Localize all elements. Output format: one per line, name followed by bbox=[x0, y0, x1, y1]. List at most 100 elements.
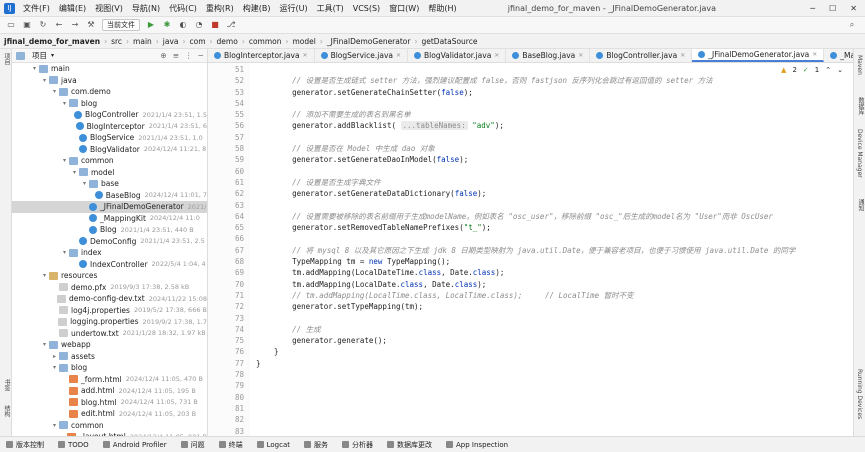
refresh-icon[interactable]: ↻ bbox=[38, 20, 48, 30]
stop-icon[interactable]: ■ bbox=[210, 20, 220, 30]
editor-tab[interactable]: _JFinalDemoGenerator.java ✕ bbox=[692, 49, 825, 62]
open-folder-icon[interactable]: ▭ bbox=[6, 20, 16, 30]
breadcrumb-item[interactable]: src bbox=[111, 37, 122, 46]
tree-node[interactable]: logging.properties 2019/9/2 17:38, 1.7 bbox=[12, 316, 207, 328]
close-icon[interactable]: ✕ bbox=[303, 52, 308, 59]
structure-tool-tab[interactable]: 结构 bbox=[2, 405, 11, 417]
run-config-select[interactable]: 当前文件 bbox=[102, 19, 140, 31]
code-line[interactable]: generator.setGenerateDataDictionary(fals… bbox=[256, 188, 853, 199]
tree-node[interactable]: ▾ index bbox=[12, 247, 207, 259]
code-line[interactable] bbox=[256, 392, 853, 403]
tree-arrow-icon[interactable]: ▾ bbox=[40, 341, 49, 348]
code-line[interactable]: } bbox=[256, 346, 853, 357]
options-icon[interactable]: ⋮ bbox=[185, 51, 193, 60]
tree-node[interactable]: add.html 2024/12/4 11:05, 195 B bbox=[12, 385, 207, 397]
chevron-up-icon[interactable]: ⌃ bbox=[825, 66, 831, 74]
menu-item[interactable]: 重构(R) bbox=[206, 3, 234, 14]
status-tool-tab[interactable]: Android Profiler bbox=[102, 441, 167, 449]
chevron-down-icon[interactable]: ▾ bbox=[51, 52, 54, 59]
code-line[interactable]: tm.addMapping(LocalDateTime.class, Date.… bbox=[256, 267, 853, 278]
device-manager-tool-tab[interactable]: Device Manager bbox=[856, 129, 863, 178]
code-line[interactable] bbox=[256, 64, 853, 75]
search-icon[interactable]: ⌕ bbox=[847, 20, 857, 30]
tree-arrow-icon[interactable]: ▾ bbox=[70, 169, 79, 176]
breadcrumb-item[interactable]: com bbox=[190, 37, 206, 46]
close-icon[interactable]: ✕ bbox=[494, 52, 499, 59]
locate-icon[interactable]: ⊕ bbox=[160, 51, 166, 60]
tree-node[interactable]: _form.html 2024/12/4 11:05, 470 B bbox=[12, 374, 207, 386]
menu-item[interactable]: 文件(F) bbox=[23, 3, 50, 14]
code-line[interactable]: // 设置是否生成字典文件 bbox=[256, 177, 853, 188]
code-line[interactable]: generator.setGenerateChainSetter(false); bbox=[256, 87, 853, 98]
status-tool-tab[interactable]: 终端 bbox=[218, 440, 243, 450]
tree-node[interactable]: ▾ resources bbox=[12, 270, 207, 282]
tree-node[interactable]: BaseBlog 2024/12/4 11:01, 7 bbox=[12, 190, 207, 202]
tree-arrow-icon[interactable]: ▾ bbox=[50, 364, 59, 371]
tree-node[interactable]: BlogValidator 2024/12/4 11:21, 8 bbox=[12, 144, 207, 156]
notifications-tool-tab[interactable]: 通知 bbox=[856, 199, 865, 211]
tree-node[interactable]: log4j.properties 2019/5/2 17:38, 666 B bbox=[12, 305, 207, 317]
hide-icon[interactable]: ─ bbox=[198, 51, 203, 60]
project-tool-tab[interactable]: 项目 bbox=[2, 53, 11, 65]
breadcrumb-item[interactable]: java bbox=[163, 37, 179, 46]
code-line[interactable]: // 设置是否生成链式 setter 方法，强烈建议配置成 false，否则 f… bbox=[256, 75, 853, 86]
debug-icon[interactable]: ✱ bbox=[162, 20, 172, 30]
menu-item[interactable]: 视图(V) bbox=[95, 3, 123, 14]
breadcrumb-item[interactable]: _JFinalDemoGenerator bbox=[327, 37, 411, 46]
vcs-icon[interactable]: ⎇ bbox=[226, 20, 236, 30]
tree-node[interactable]: ▾ base bbox=[12, 178, 207, 190]
code-line[interactable] bbox=[256, 233, 853, 244]
build-icon[interactable]: ⚒ bbox=[86, 20, 96, 30]
code-line[interactable]: // 设置是否在 Model 中生成 dao 对象 bbox=[256, 143, 853, 154]
code-lines[interactable]: // 设置是否生成链式 setter 方法，强烈建议配置成 false，否则 f… bbox=[250, 63, 853, 436]
tree-node[interactable]: ▾ com.demo bbox=[12, 86, 207, 98]
tree-arrow-icon[interactable]: ▾ bbox=[40, 272, 49, 279]
tree-node[interactable]: ▾ java bbox=[12, 75, 207, 87]
coverage-icon[interactable]: ◐ bbox=[178, 20, 188, 30]
tree-node[interactable]: demo-config-dev.txt 2024/11/22 15:08 bbox=[12, 293, 207, 305]
close-icon[interactable]: ✕ bbox=[812, 51, 817, 58]
status-tool-tab[interactable]: Logcat bbox=[256, 441, 290, 449]
tree-node[interactable]: IndexController 2022/5/4 1:04, 4 bbox=[12, 259, 207, 271]
tree-node[interactable]: DemoConfig 2021/1/4 23:51, 2.5 bbox=[12, 236, 207, 248]
tree-arrow-icon[interactable]: ▾ bbox=[60, 157, 69, 164]
code-line[interactable]: // 将 mysql 8 以及其它原因之下生成 jdk 8 日期类型映射为 ja… bbox=[256, 245, 853, 256]
minimize-icon[interactable]: ─ bbox=[810, 4, 815, 13]
run-icon[interactable]: ▶ bbox=[146, 20, 156, 30]
editor-tab[interactable]: BlogService.java ✕ bbox=[315, 49, 409, 62]
tree-node[interactable]: Blog 2021/1/4 23:51, 440 B bbox=[12, 224, 207, 236]
save-icon[interactable]: ▣ bbox=[22, 20, 32, 30]
tree-arrow-icon[interactable]: ▸ bbox=[50, 353, 59, 360]
tree-node[interactable]: BlogInterceptor 2021/1/4 23:51, 6 bbox=[12, 121, 207, 133]
code-line[interactable] bbox=[256, 369, 853, 380]
forward-icon[interactable]: → bbox=[70, 20, 80, 30]
menu-item[interactable]: 帮助(H) bbox=[428, 3, 456, 14]
tree-node[interactable]: ▾ webapp bbox=[12, 339, 207, 351]
menu-item[interactable]: VCS(S) bbox=[353, 4, 380, 13]
tree-node[interactable]: ▾ model bbox=[12, 167, 207, 179]
breadcrumb-item[interactable]: jfinal_demo_for_maven bbox=[4, 37, 100, 46]
tree-node[interactable]: _MappingKit 2024/12/4 11:0 bbox=[12, 213, 207, 225]
code-line[interactable] bbox=[256, 98, 853, 109]
code-line[interactable] bbox=[256, 166, 853, 177]
status-tool-tab[interactable]: App Inspection bbox=[446, 441, 508, 449]
chevron-down-icon[interactable]: ⌄ bbox=[837, 66, 843, 74]
code-editor[interactable]: 51 52 53 54 55 56 57 58 59 60 61 62 63 64 65 66 67 68 69 70… bbox=[208, 63, 853, 436]
back-icon[interactable]: ← bbox=[54, 20, 64, 30]
code-line[interactable] bbox=[256, 403, 853, 414]
close-icon[interactable]: ✕ bbox=[680, 52, 685, 59]
tree-node[interactable]: undertow.txt 2021/1/28 18:32, 1.97 kB bbox=[12, 328, 207, 340]
code-line[interactable]: generator.addBlacklist( ...tableNames: "… bbox=[256, 120, 853, 131]
tree-node[interactable]: ▾ common bbox=[12, 155, 207, 167]
editor-tab[interactable]: _MappingKit.ja✕ bbox=[824, 49, 853, 62]
menu-item[interactable]: 窗口(W) bbox=[389, 3, 419, 14]
menu-item[interactable]: 工具(T) bbox=[317, 3, 344, 14]
close-icon[interactable]: ✕ bbox=[578, 52, 583, 59]
code-line[interactable]: // 生成 bbox=[256, 324, 853, 335]
code-line[interactable]: } bbox=[256, 358, 853, 369]
tree-node[interactable]: _JFinalDemoGenerator 2021/ bbox=[12, 201, 207, 213]
tree-node[interactable]: ▾ blog bbox=[12, 362, 207, 374]
tree-node[interactable]: ▾ main bbox=[12, 63, 207, 75]
profile-icon[interactable]: ◔ bbox=[194, 20, 204, 30]
tree-arrow-icon[interactable]: ▾ bbox=[40, 77, 49, 84]
